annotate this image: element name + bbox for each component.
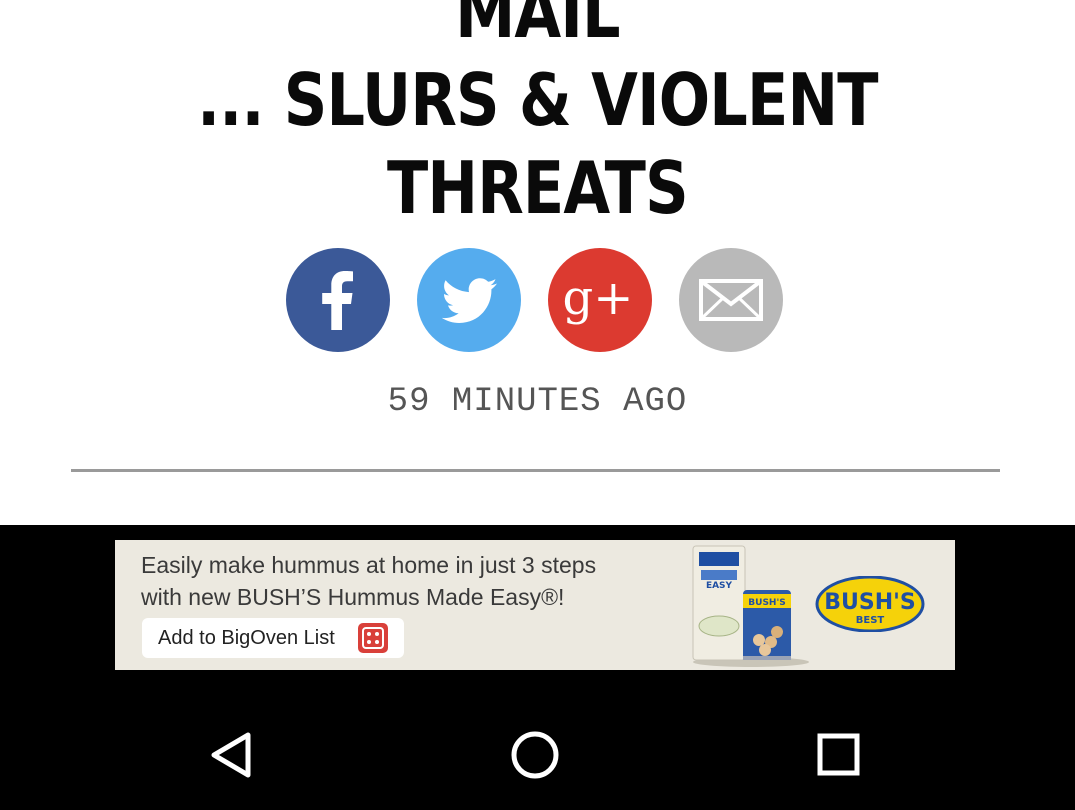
headline: MAIL ... SLURS & VIOLENT THREATS bbox=[86, 0, 989, 232]
envelope-icon bbox=[699, 279, 763, 321]
google-plus-glyph: g+ bbox=[563, 270, 634, 326]
headline-line-3: THREATS bbox=[387, 146, 689, 230]
nav-recents-button[interactable] bbox=[808, 725, 868, 785]
bottom-area: Easily make hummus at home in just 3 ste… bbox=[0, 525, 1075, 810]
ad-banner[interactable]: Easily make hummus at home in just 3 ste… bbox=[115, 540, 955, 670]
share-google-plus-button[interactable]: g+ bbox=[548, 248, 652, 352]
logo-text: BUSH'S bbox=[824, 590, 915, 615]
bigoven-icon bbox=[358, 623, 388, 653]
nav-back-button[interactable] bbox=[202, 725, 262, 785]
twitter-bird-icon bbox=[441, 278, 497, 323]
facebook-icon bbox=[322, 271, 353, 330]
share-twitter-button[interactable] bbox=[417, 248, 521, 352]
headline-line-2: ... SLURS & VIOLENT bbox=[197, 58, 878, 142]
home-circle-icon bbox=[511, 731, 559, 779]
share-email-button[interactable] bbox=[679, 248, 783, 352]
ad-text: Easily make hummus at home in just 3 ste… bbox=[141, 549, 596, 613]
can-label: BUSH'S bbox=[748, 598, 785, 608]
recents-square-icon bbox=[817, 733, 860, 776]
add-to-bigoven-button[interactable]: Add to BigOven List bbox=[142, 618, 404, 658]
google-plus-icon: g+ bbox=[563, 270, 634, 326]
share-facebook-button[interactable] bbox=[286, 248, 390, 352]
add-to-bigoven-label: Add to BigOven List bbox=[158, 627, 335, 649]
ad-text-line-2: with new BUSH’S Hummus Made Easy®! bbox=[141, 584, 565, 610]
timestamp: 59 MINUTES AGO bbox=[387, 383, 688, 421]
bushs-best-logo: BUSH'S BEST bbox=[815, 575, 925, 633]
ad-text-line-1: Easily make hummus at home in just 3 ste… bbox=[141, 552, 597, 578]
android-navigation-bar bbox=[0, 705, 1075, 795]
product-image: EASY BUSH'S bbox=[685, 544, 815, 668]
article-header: MAIL ... SLURS & VIOLENT THREATS g+ 59 M… bbox=[0, 0, 1075, 525]
share-row: g+ bbox=[0, 248, 1075, 352]
logo-subtext: BEST bbox=[856, 615, 885, 626]
back-triangle-icon bbox=[211, 732, 251, 778]
headline-line-1: MAIL bbox=[455, 0, 621, 54]
package-label: EASY bbox=[706, 581, 733, 591]
divider bbox=[71, 469, 1000, 472]
nav-home-button[interactable] bbox=[505, 725, 565, 785]
